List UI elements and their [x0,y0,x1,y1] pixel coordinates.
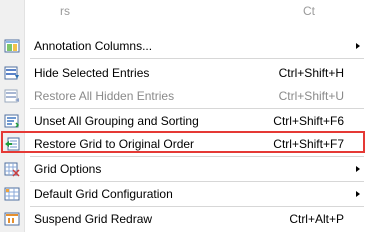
menu-item-grid-options[interactable]: Grid Options [0,158,368,180]
restore-grid-icon [4,136,20,152]
menu-item-shortcut: Ctrl+Shift+U [278,89,344,103]
submenu-arrow-icon [356,166,360,172]
annotation-columns-icon [4,38,20,54]
menu-item-label: Default Grid Configuration [34,187,173,201]
menu-item-restore-all-hidden-entries[interactable]: Restore All Hidden Entries Ctrl+Shift+U [0,85,368,107]
menu-item-label: Hide Selected Entries [34,66,150,80]
restore-hidden-icon [4,88,20,104]
unset-grouping-icon [4,113,20,129]
grid-options-icon [4,161,20,177]
menu-item-unset-grouping-sorting[interactable]: Unset All Grouping and Sorting Ctrl+Shif… [0,110,368,132]
menu-item-label: Grid Options [34,162,102,176]
partial-menu-row[interactable]: rs Ct [0,0,368,32]
menu-item-annotation-columns[interactable]: Annotation Columns... [0,35,368,57]
menu-item-label: Restore All Hidden Entries [34,89,175,103]
partial-row-shortcut: Ct [303,4,315,18]
menu-separator [30,156,364,157]
context-menu: rs Ct Annotation Columns... Hide Selecte… [0,0,368,232]
menu-item-default-grid-configuration[interactable]: Default Grid Configuration [0,183,368,205]
menu-item-restore-grid-original-order[interactable]: Restore Grid to Original Order Ctrl+Shif… [0,133,368,155]
menu-separator [30,181,364,182]
menu-item-label: Unset All Grouping and Sorting [34,114,199,128]
partial-row-label: rs [60,4,70,18]
hide-entries-icon [4,65,20,81]
default-grid-icon [4,186,20,202]
menu-separator [30,108,364,109]
menu-item-label: Suspend Grid Redraw [34,212,153,226]
menu-item-label: Restore Grid to Original Order [34,137,195,151]
menu-item-shortcut: Ctrl+Shift+H [278,66,344,80]
menu-item-shortcut: Ctrl+Shift+F7 [273,137,344,151]
menu-item-shortcut: Ctrl+Shift+F6 [273,114,344,128]
menu-separator [30,58,364,59]
submenu-arrow-icon [356,191,360,197]
suspend-redraw-icon [4,211,20,227]
menu-item-hide-selected-entries[interactable]: Hide Selected Entries Ctrl+Shift+H [0,62,368,84]
menu-item-shortcut: Ctrl+Alt+P [289,212,344,226]
menu-item-label: Annotation Columns... [34,39,153,53]
menu-separator [30,206,364,207]
submenu-arrow-icon [356,43,360,49]
menu-item-suspend-grid-redraw[interactable]: Suspend Grid Redraw Ctrl+Alt+P [0,208,368,230]
